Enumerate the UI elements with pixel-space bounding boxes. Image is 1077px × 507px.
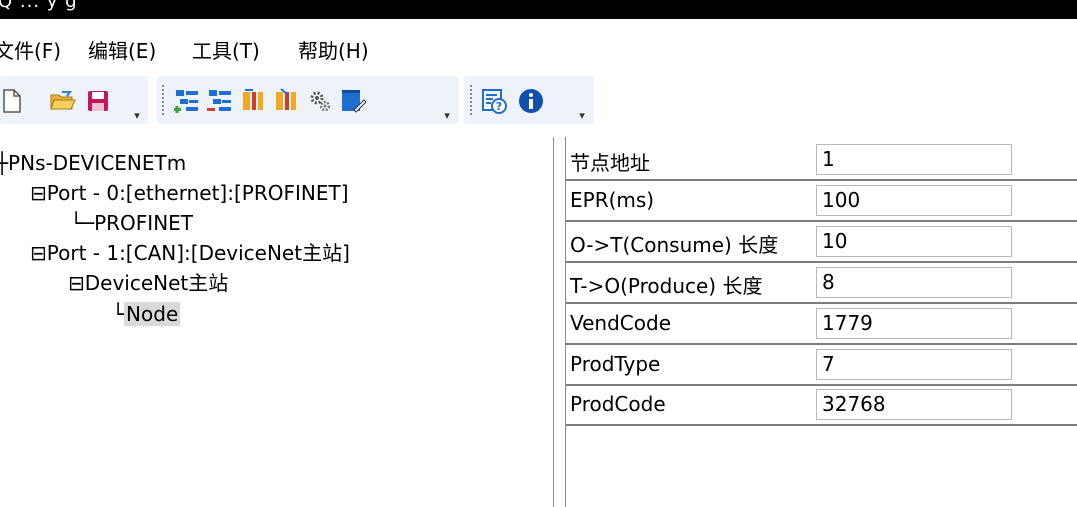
tree-branch-icon: └─ <box>70 211 95 235</box>
property-row: T->O(Produce) 长度 8 <box>566 262 1077 304</box>
toolbar-overflow-icon[interactable]: ▾ <box>132 110 142 122</box>
toolbar-group-nodes: ▾ <box>157 76 459 124</box>
menu-help[interactable]: 帮助(H) <box>298 35 369 64</box>
save-icon <box>88 91 108 111</box>
menu-tools[interactable]: 工具(T) <box>192 35 260 64</box>
add-node-icon <box>174 90 198 113</box>
edit-button[interactable] <box>338 86 368 116</box>
title-bar: Q ... y g <box>0 0 1077 19</box>
toolbar-grip[interactable] <box>470 85 472 117</box>
property-row: ProdType 7 <box>566 344 1077 386</box>
menu-edit[interactable]: 编辑(E) <box>88 35 156 64</box>
new-file-button[interactable] <box>0 86 26 116</box>
collapse-icon[interactable]: ⊟ <box>68 271 85 295</box>
prod-type-field[interactable]: 7 <box>816 349 1012 380</box>
produce-length-field[interactable]: 8 <box>816 267 1012 298</box>
window-title: Q ... y g <box>0 0 78 12</box>
device-tree[interactable]: ┼PNs-DEVICENETm ⊟Port - 0:[ethernet]:[PR… <box>0 137 554 507</box>
toolbar-overflow-icon[interactable]: ▾ <box>442 110 452 122</box>
pane-splitter[interactable] <box>554 137 564 507</box>
tree-node-root[interactable]: ┼PNs-DEVICENETm <box>0 150 186 176</box>
tree-node-port1[interactable]: ⊟Port - 1:[CAN]:[DeviceNet主站] <box>30 240 350 266</box>
toolbar-group-file: ▾ <box>0 76 148 124</box>
download-icon <box>276 88 296 110</box>
help-doc-button[interactable]: ? <box>479 86 509 116</box>
about-button[interactable] <box>516 86 546 116</box>
upload-button[interactable] <box>238 86 268 116</box>
property-row: 节点地址 1 <box>566 139 1077 181</box>
property-row: O->T(Consume) 长度 10 <box>566 221 1077 263</box>
property-label: ProdCode <box>570 392 666 416</box>
prod-code-field[interactable]: 32768 <box>816 389 1012 420</box>
collapse-icon[interactable]: ⊟ <box>30 241 47 265</box>
svg-text:?: ? <box>496 100 502 113</box>
toolbar-group-help: ? ▾ <box>464 76 594 124</box>
tree-branch-icon: └ <box>112 302 125 326</box>
toolbar-overflow-icon[interactable]: ▾ <box>577 110 587 122</box>
remove-node-button[interactable] <box>205 86 235 116</box>
consume-length-field[interactable]: 10 <box>816 226 1012 257</box>
property-label: VendCode <box>570 311 672 335</box>
collapse-icon[interactable]: ⊟ <box>30 181 47 205</box>
configure-button[interactable] <box>305 86 335 116</box>
properties-grid: 节点地址 1 EPR(ms) 100 O->T(Consume) 长度 10 T… <box>565 137 1077 507</box>
toolbar: ▾ ▾ ? ▾ <box>0 72 1077 132</box>
property-label: T->O(Produce) 长度 <box>570 274 763 298</box>
toolbar-grip[interactable] <box>162 85 164 117</box>
remove-node-icon <box>207 90 231 111</box>
property-label: O->T(Consume) 长度 <box>570 233 779 257</box>
tree-node-node[interactable]: └ Node <box>112 301 181 327</box>
settings-gears-icon <box>310 91 331 112</box>
collapse-icon[interactable]: ┼ <box>0 151 8 175</box>
property-row: ProdCode 32768 <box>566 384 1077 426</box>
menu-file[interactable]: 文件(F) <box>0 35 61 64</box>
tree-node-devicenet-master[interactable]: ⊟DeviceNet主站 <box>68 270 228 296</box>
property-row: VendCode 1779 <box>566 303 1077 345</box>
info-icon <box>519 89 543 113</box>
add-node-button[interactable] <box>172 86 202 116</box>
epr-field[interactable]: 100 <box>816 185 1012 216</box>
open-folder-icon <box>50 91 76 110</box>
open-button[interactable] <box>48 86 78 116</box>
download-button[interactable] <box>271 86 301 116</box>
property-row: EPR(ms) 100 <box>566 180 1077 222</box>
tree-node-profinet[interactable]: └─PROFINET <box>70 210 193 236</box>
property-label: EPR(ms) <box>570 188 655 212</box>
tree-node-port0[interactable]: ⊟Port - 0:[ethernet]:[PROFINET] <box>30 180 349 206</box>
node-address-field[interactable]: 1 <box>816 144 1012 175</box>
help-doc-icon: ? <box>482 89 507 114</box>
upload-icon <box>243 89 263 110</box>
edit-note-icon <box>342 90 366 113</box>
property-label: ProdType <box>570 352 661 376</box>
save-button[interactable] <box>83 86 113 116</box>
menu-bar: 文件(F) 编辑(E) 工具(T) 帮助(H) <box>0 22 1077 72</box>
new-file-icon <box>3 89 21 113</box>
property-label: 节点地址 <box>570 151 650 175</box>
vend-code-field[interactable]: 1779 <box>816 308 1012 339</box>
